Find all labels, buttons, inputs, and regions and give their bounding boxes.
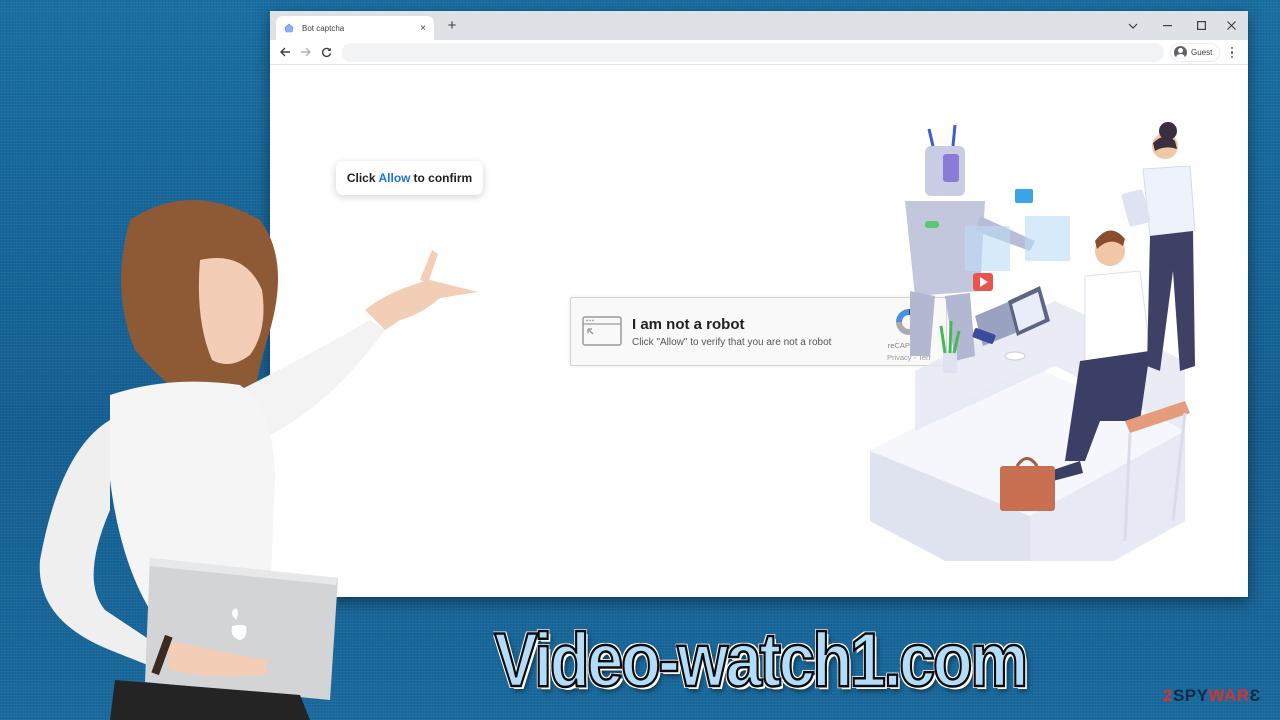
article-title-overlay: Video-watch1.com [493, 616, 1029, 704]
allow-prompt-prefix: Click [346, 171, 376, 185]
forward-button[interactable] [296, 43, 314, 61]
reload-button[interactable] [317, 43, 335, 61]
tab-search-button[interactable] [1116, 11, 1150, 40]
face [198, 258, 264, 364]
menu-dot [1230, 51, 1234, 54]
watermark-spy: SPY [1172, 686, 1209, 705]
browser-window-icon [582, 316, 622, 346]
chevron-down-icon [1128, 23, 1138, 29]
tab-strip: Bot captcha × + [270, 11, 1248, 40]
tab-bot-captcha[interactable]: Bot captcha × [276, 16, 434, 40]
maximize-button[interactable] [1184, 11, 1218, 40]
reload-icon [321, 47, 331, 57]
back-button[interactable] [276, 43, 294, 61]
forward-arrow-icon [300, 47, 311, 57]
watermark-ware: WAR [1208, 686, 1250, 705]
2spyware-watermark: 2SPYWARƐ [1163, 686, 1261, 706]
bracelet [151, 634, 173, 676]
robot-favicon-icon [284, 23, 294, 33]
office-robot-illustration [870, 122, 1196, 561]
minimize-button[interactable] [1150, 11, 1184, 40]
tab-title: Bot captcha [302, 23, 345, 33]
minimize-icon [1162, 24, 1172, 26]
address-bar[interactable] [342, 43, 1164, 62]
new-tab-button[interactable]: + [444, 18, 460, 34]
sweater [110, 381, 275, 610]
mail-icon [1015, 189, 1033, 203]
allow-prompt-highlight: Allow [378, 171, 411, 185]
menu-dot [1230, 46, 1234, 50]
profile-button[interactable]: Guest [1170, 43, 1221, 62]
menu-dot [1230, 55, 1234, 59]
briefcase [1000, 466, 1055, 511]
browser-window: Bot captcha × + Guest Click Allow to con… [270, 11, 1248, 597]
browser-toolbar: Guest [270, 40, 1248, 65]
page-viewport: Click Allow to confirm I am not a robot … [270, 66, 1248, 597]
browser-menu-button[interactable] [1226, 43, 1238, 62]
watermark-digit: 2 [1163, 686, 1173, 705]
allow-prompt-suffix: to confirm [413, 171, 473, 185]
captcha-subtext: Click "Allow" to verify that you are not… [632, 337, 832, 348]
profile-label: Guest [1191, 48, 1213, 57]
hair [121, 200, 278, 420]
apple-logo-icon [231, 608, 247, 640]
guest-avatar-icon [1174, 46, 1187, 59]
close-window-button[interactable] [1214, 11, 1248, 40]
captcha-headline: I am not a robot [632, 316, 745, 333]
close-tab-icon[interactable]: × [420, 23, 426, 34]
back-arrow-icon [279, 47, 290, 57]
maximize-icon [1196, 21, 1206, 30]
close-icon [1226, 21, 1236, 30]
allow-prompt: Click Allow to confirm [336, 161, 483, 195]
watermark-tail: Ɛ [1249, 686, 1261, 705]
